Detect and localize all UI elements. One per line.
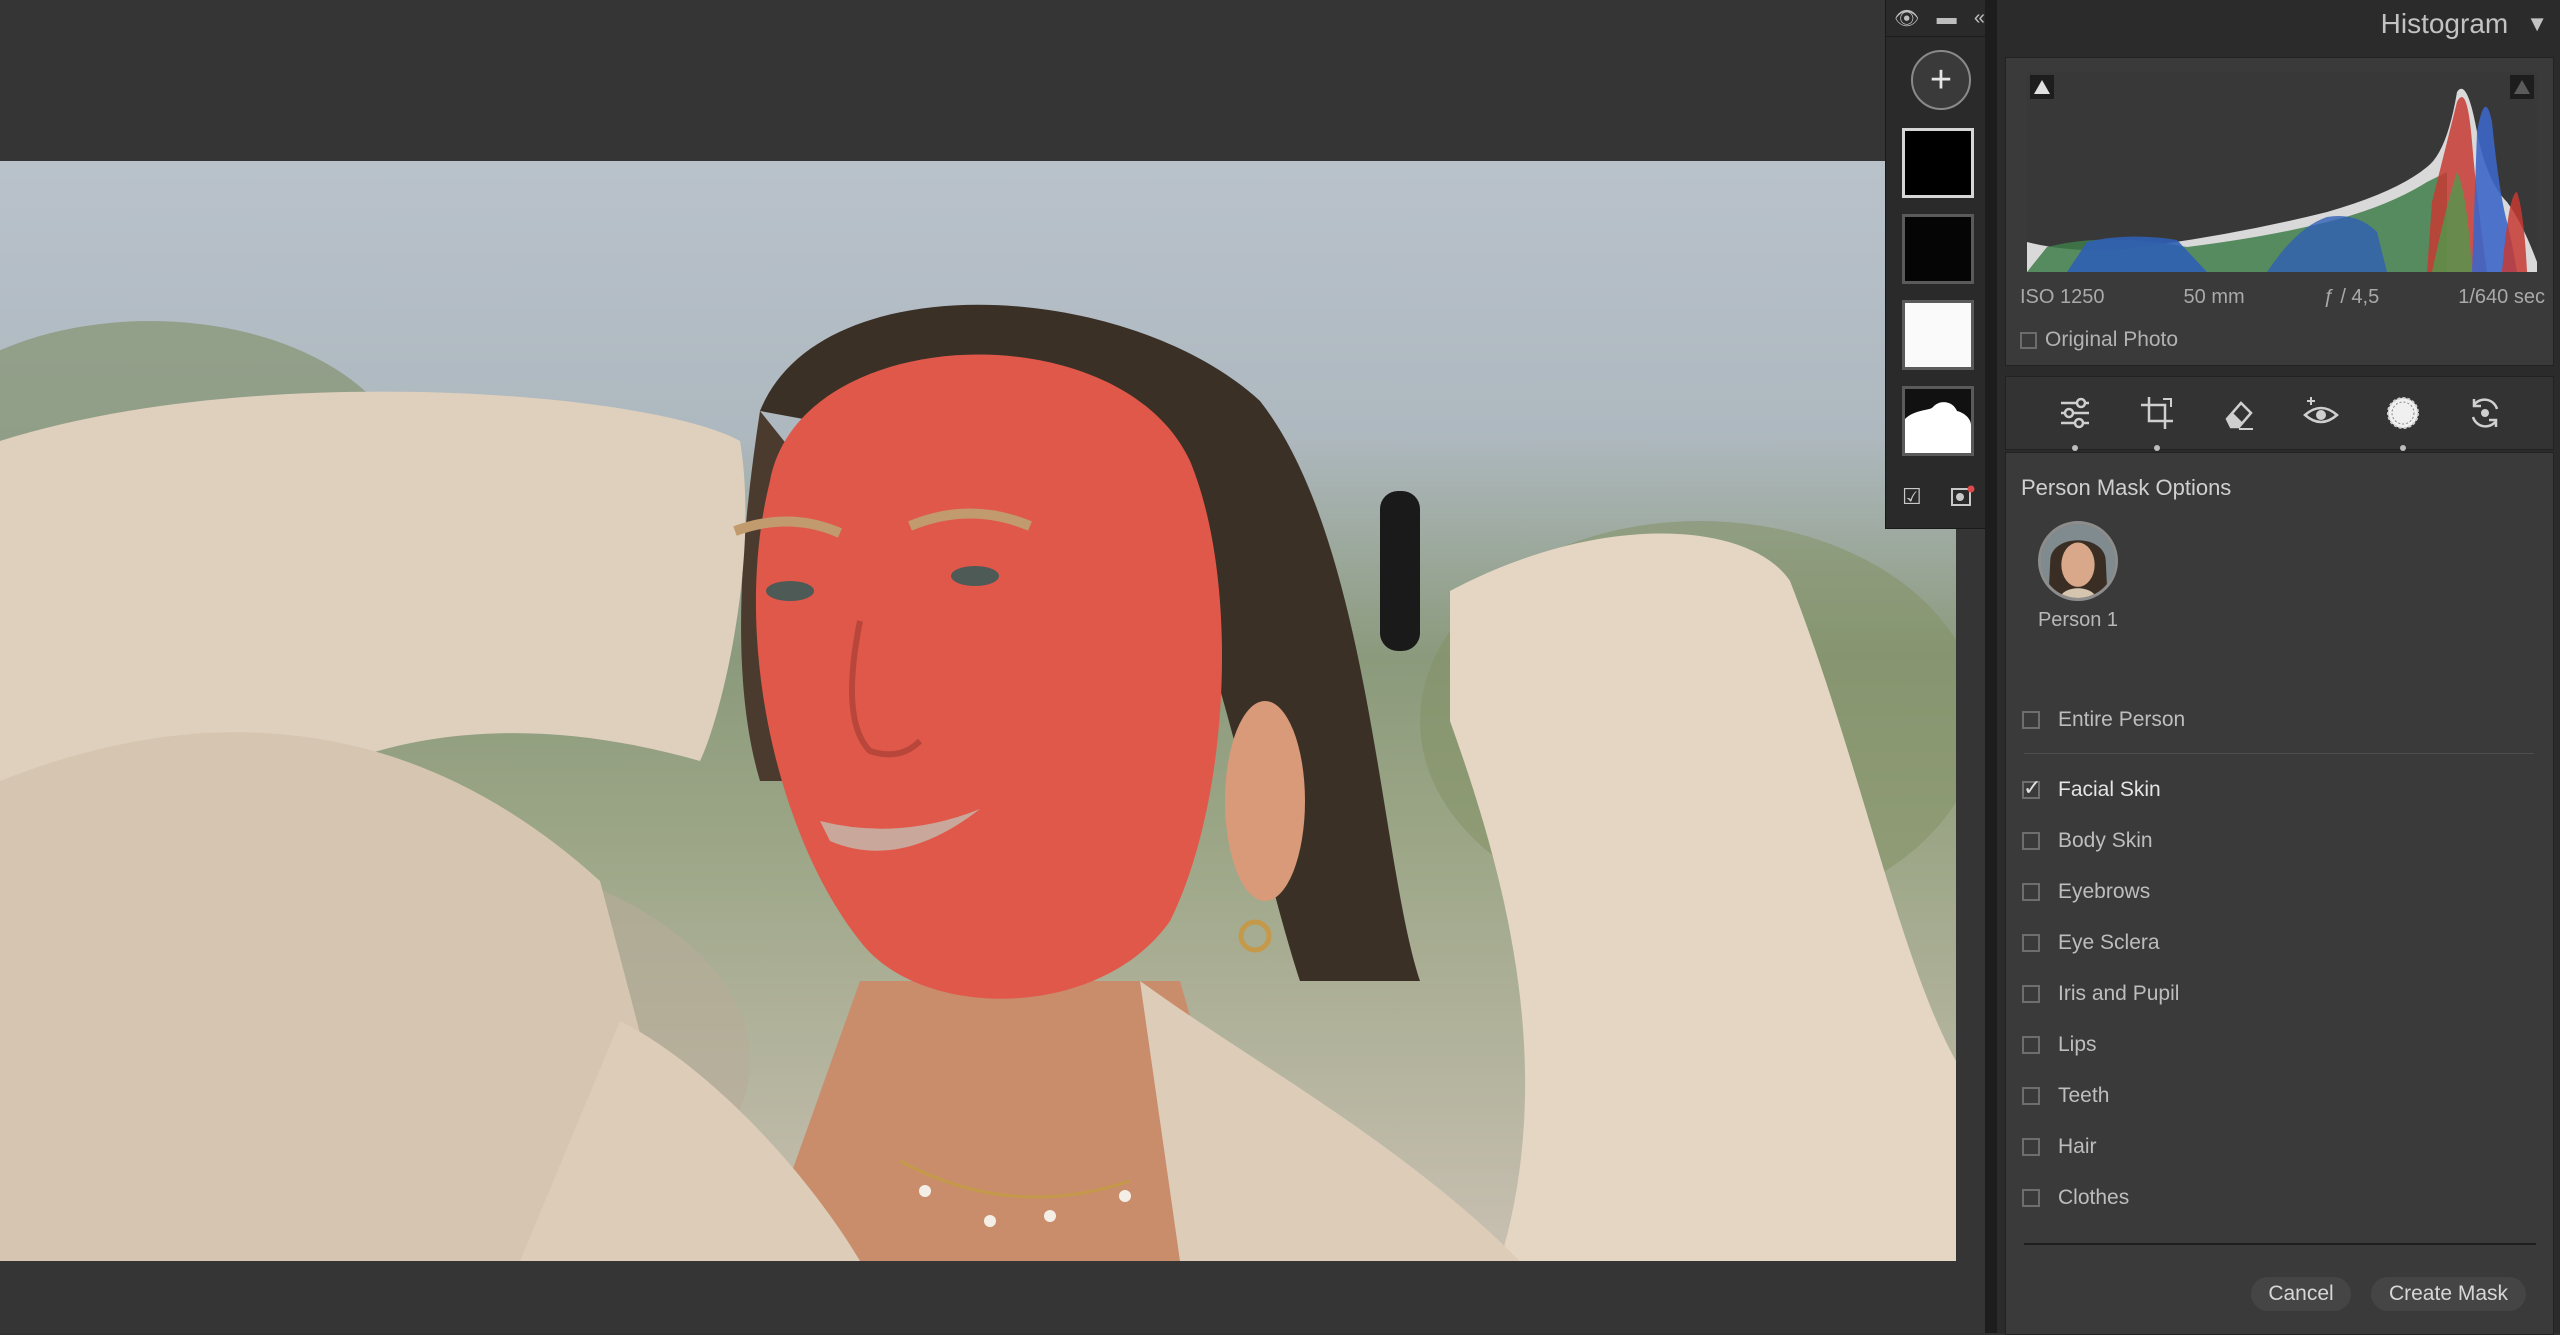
tool-masking[interactable] — [2383, 393, 2423, 451]
facial-skin-label: Facial Skin — [2058, 778, 2161, 801]
shadow-clipping-indicator-icon[interactable] — [2030, 75, 2054, 99]
visibility-eye-icon[interactable]: 👁 — [1894, 6, 1919, 31]
option-lips[interactable]: Lips — [2022, 1033, 2097, 1057]
iris-and-pupil-checkbox[interactable] — [2022, 985, 2040, 1003]
option-facial-skin[interactable]: ✓ Facial Skin — [2022, 775, 2161, 802]
option-iris-and-pupil[interactable]: Iris and Pupil — [2022, 982, 2179, 1006]
entire-person-checkbox[interactable] — [2022, 711, 2040, 729]
collapse-chevrons-icon[interactable]: « — [1974, 7, 1985, 30]
mask-thumbnail-2[interactable] — [1902, 214, 1974, 284]
mask-thumbnail-3[interactable] — [1902, 300, 1974, 370]
presets-icon — [2471, 398, 2498, 428]
exif-focal-length: 50 mm — [2183, 286, 2245, 308]
tool-crop[interactable] — [2137, 393, 2177, 451]
masking-icon — [2386, 397, 2419, 429]
lips-checkbox[interactable] — [2022, 1036, 2040, 1054]
image-canvas[interactable] — [0, 0, 1985, 1333]
masks-panel: 👁 ▬ « + ☑ — [1885, 0, 1994, 529]
panel-collapse-triangle-icon[interactable]: ▼ — [2526, 11, 2548, 37]
eye-sclera-checkbox[interactable] — [2022, 934, 2040, 952]
show-overlay-checkbox-icon[interactable]: ☑ — [1902, 484, 1926, 509]
person-mask-options-title: Person Mask Options — [2021, 475, 2232, 500]
eye-sclera-label: Eye Sclera — [2058, 931, 2160, 954]
original-photo-label: Original Photo — [2045, 328, 2179, 351]
crop-icon — [2140, 397, 2173, 429]
checkmark-icon: ✓ — [2023, 775, 2042, 800]
body-skin-checkbox[interactable] — [2022, 832, 2040, 850]
exif-aperture: ƒ / 4,5 — [2323, 286, 2380, 308]
person-mask-options-panel: Person Mask Options Person 1 Entire Pers… — [2005, 452, 2554, 1335]
teeth-checkbox[interactable] — [2022, 1087, 2040, 1105]
options-bottom-separator — [2024, 1243, 2536, 1245]
highlight-clipping-indicator-icon[interactable] — [2510, 75, 2534, 99]
hair-label: Hair — [2058, 1135, 2097, 1158]
eyebrows-label: Eyebrows — [2058, 880, 2151, 903]
right-panel: Histogram ▼ ISO 1250 50 mm ƒ / 4,5 1/640… — [1997, 0, 2560, 1335]
overlay-settings-icon[interactable] — [1950, 484, 1976, 508]
facial-skin-checkbox[interactable]: ✓ — [2022, 775, 2041, 800]
tool-healing[interactable] — [2219, 393, 2259, 433]
panel-divider[interactable] — [1985, 0, 1997, 1333]
option-eyebrows[interactable]: Eyebrows — [2022, 880, 2150, 904]
hair-checkbox[interactable] — [2022, 1138, 2040, 1156]
options-separator — [2024, 753, 2534, 754]
person-face-thumbnail — [2041, 524, 2115, 598]
exif-iso: ISO 1250 — [2020, 286, 2105, 308]
red-eye-icon — [2302, 397, 2339, 424]
iris-and-pupil-label: Iris and Pupil — [2058, 982, 2180, 1005]
photo-preview[interactable] — [0, 161, 1956, 1261]
minimize-icon[interactable]: ▬ — [1937, 7, 1957, 30]
create-mask-button[interactable]: Create Mask — [2371, 1277, 2526, 1311]
body-skin-label: Body Skin — [2058, 829, 2153, 852]
original-photo-checkbox[interactable] — [2020, 331, 2037, 349]
clothes-label: Clothes — [2058, 1186, 2130, 1209]
option-entire-person[interactable]: Entire Person — [2022, 708, 2185, 732]
person-1-label: Person 1 — [2037, 609, 2119, 631]
exif-shutter-speed: 1/640 sec — [2458, 286, 2545, 308]
masks-panel-header: 👁 ▬ « — [1886, 0, 1993, 37]
histogram-header[interactable]: Histogram ▼ — [2381, 8, 2548, 40]
plus-icon: + — [1929, 59, 1953, 101]
mask-thumbnail-4[interactable] — [1902, 386, 1974, 456]
histogram-panel: ISO 1250 50 mm ƒ / 4,5 1/640 sec Origina… — [2005, 57, 2554, 366]
tool-active-dot — [2153, 445, 2160, 451]
clothes-checkbox[interactable] — [2022, 1189, 2040, 1207]
option-teeth[interactable]: Teeth — [2022, 1084, 2109, 1108]
option-hair[interactable]: Hair — [2022, 1135, 2097, 1159]
eyebrows-checkbox[interactable] — [2022, 883, 2040, 901]
develop-tool-strip — [2005, 376, 2554, 451]
original-photo-toggle[interactable]: Original Photo — [2020, 328, 2178, 352]
tool-edit[interactable] — [2055, 393, 2095, 451]
mask-thumbnail-1[interactable] — [1902, 128, 1974, 198]
tool-active-dot — [2071, 445, 2078, 451]
person-mask-shape — [1905, 402, 1971, 453]
healing-eraser-icon — [2225, 401, 2253, 430]
teeth-label: Teeth — [2058, 1084, 2110, 1107]
lips-label: Lips — [2058, 1033, 2097, 1056]
portrait-photo — [0, 304, 1956, 1261]
create-new-mask-button[interactable]: + — [1911, 50, 1971, 110]
entire-person-label: Entire Person — [2058, 708, 2186, 731]
tool-presets[interactable] — [2465, 393, 2505, 433]
tool-active-dot — [2399, 445, 2406, 451]
person-1-avatar[interactable] — [2038, 521, 2118, 601]
exif-info-row: ISO 1250 50 mm ƒ / 4,5 1/640 sec — [2020, 286, 2545, 309]
option-body-skin[interactable]: Body Skin — [2022, 829, 2153, 853]
edit-sliders-icon — [2060, 397, 2089, 429]
histogram-graph[interactable] — [2027, 72, 2537, 273]
option-clothes[interactable]: Clothes — [2022, 1186, 2129, 1210]
histogram-title: Histogram — [2380, 8, 2509, 39]
option-eye-sclera[interactable]: Eye Sclera — [2022, 931, 2160, 955]
tool-red-eye[interactable] — [2301, 393, 2341, 433]
cancel-button[interactable]: Cancel — [2251, 1277, 2351, 1311]
